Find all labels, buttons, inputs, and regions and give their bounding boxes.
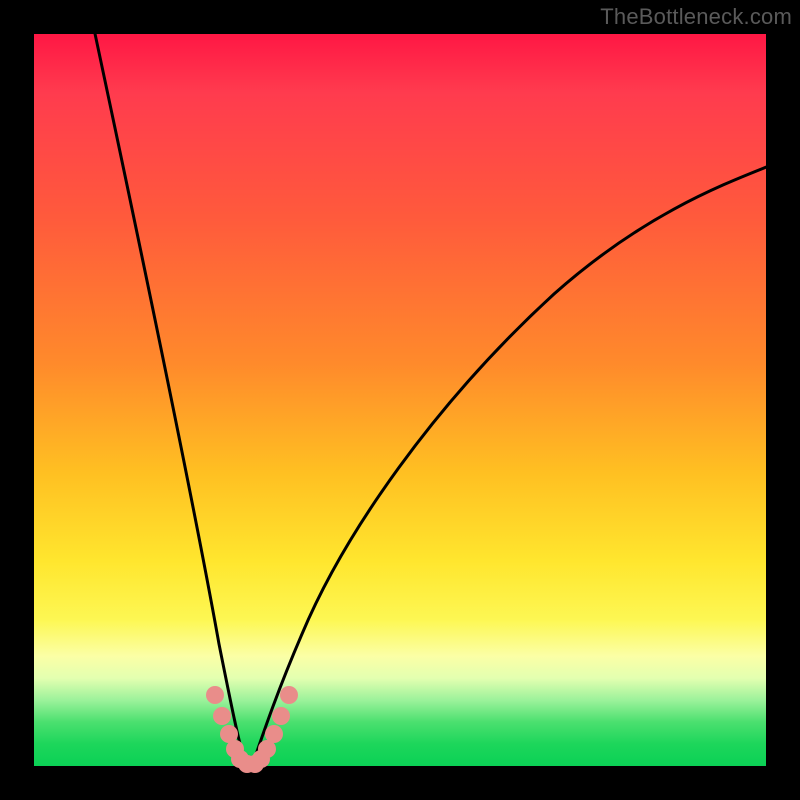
curve-left-branch — [94, 29, 246, 766]
marker-dot — [206, 686, 224, 704]
chart-frame: TheBottleneck.com — [0, 0, 800, 800]
chart-svg — [34, 34, 766, 766]
watermark-text: TheBottleneck.com — [600, 4, 792, 30]
marker-cluster — [206, 686, 298, 773]
curve-right-branch — [252, 166, 769, 766]
marker-dot — [272, 707, 290, 725]
marker-dot — [265, 725, 283, 743]
marker-dot — [213, 707, 231, 725]
marker-dot — [280, 686, 298, 704]
